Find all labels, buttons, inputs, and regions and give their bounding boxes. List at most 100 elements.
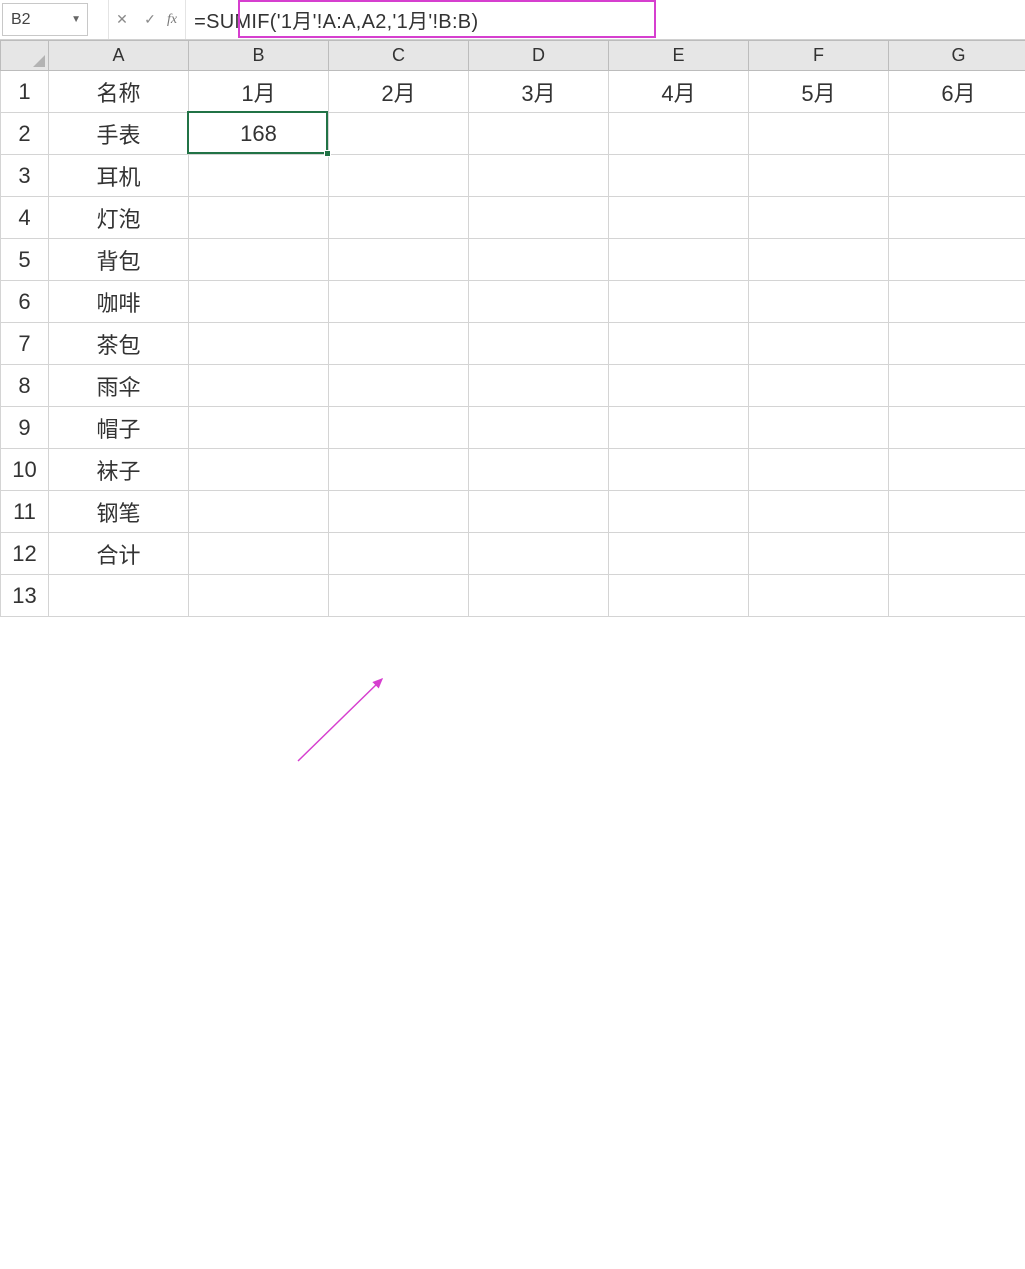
cell[interactable] <box>189 491 329 533</box>
cell[interactable] <box>889 491 1025 533</box>
row-header[interactable]: 4 <box>1 197 49 239</box>
cancel-button[interactable]: ✕ <box>115 11 129 28</box>
cell[interactable]: 4月 <box>609 71 749 113</box>
cell[interactable] <box>189 323 329 365</box>
cell[interactable]: 袜子 <box>49 449 189 491</box>
col-header[interactable]: B <box>189 41 329 71</box>
cell[interactable] <box>889 575 1025 617</box>
cell[interactable] <box>609 239 749 281</box>
cell[interactable]: 帽子 <box>49 407 189 449</box>
cell[interactable] <box>469 365 609 407</box>
cell[interactable] <box>749 491 889 533</box>
cell[interactable]: 3月 <box>469 71 609 113</box>
cell[interactable] <box>329 281 469 323</box>
cell[interactable]: 手表 <box>49 113 189 155</box>
cell[interactable] <box>329 407 469 449</box>
cell[interactable] <box>609 197 749 239</box>
cell[interactable] <box>189 407 329 449</box>
cell[interactable]: 2月 <box>329 71 469 113</box>
cell[interactable] <box>329 239 469 281</box>
cell[interactable] <box>329 197 469 239</box>
cell[interactable] <box>189 197 329 239</box>
cell[interactable] <box>189 449 329 491</box>
cell[interactable] <box>749 449 889 491</box>
col-header[interactable]: A <box>49 41 189 71</box>
cell[interactable] <box>469 575 609 617</box>
col-header[interactable]: F <box>749 41 889 71</box>
cell[interactable] <box>749 197 889 239</box>
cell[interactable] <box>469 155 609 197</box>
cell[interactable]: 背包 <box>49 239 189 281</box>
col-header[interactable]: C <box>329 41 469 71</box>
cell[interactable] <box>749 365 889 407</box>
chevron-down-icon[interactable]: ▼ <box>71 14 81 25</box>
cell[interactable] <box>889 281 1025 323</box>
cell[interactable] <box>609 491 749 533</box>
cell[interactable] <box>329 155 469 197</box>
cell[interactable] <box>329 323 469 365</box>
cell[interactable]: 168 <box>189 113 329 155</box>
row-header[interactable]: 11 <box>1 491 49 533</box>
row-header[interactable]: 2 <box>1 113 49 155</box>
row-header[interactable]: 6 <box>1 281 49 323</box>
formula-input[interactable]: =SUMIF('1月'!A:A,A2,'1月'!B:B) <box>186 0 1025 39</box>
row-header[interactable]: 7 <box>1 323 49 365</box>
cell[interactable]: 咖啡 <box>49 281 189 323</box>
cell[interactable] <box>749 323 889 365</box>
cell[interactable] <box>469 407 609 449</box>
cell[interactable] <box>609 113 749 155</box>
cell[interactable] <box>749 407 889 449</box>
cell[interactable] <box>189 155 329 197</box>
col-header[interactable]: E <box>609 41 749 71</box>
cell[interactable] <box>749 113 889 155</box>
cell[interactable] <box>49 575 189 617</box>
col-header[interactable]: G <box>889 41 1025 71</box>
row-header[interactable]: 9 <box>1 407 49 449</box>
cell[interactable] <box>889 449 1025 491</box>
cell[interactable] <box>889 323 1025 365</box>
cell[interactable] <box>469 323 609 365</box>
cell[interactable] <box>469 197 609 239</box>
row-header[interactable]: 13 <box>1 575 49 617</box>
cell[interactable] <box>329 365 469 407</box>
cell[interactable] <box>609 155 749 197</box>
cell[interactable] <box>749 155 889 197</box>
cell[interactable]: 茶包 <box>49 323 189 365</box>
cell[interactable] <box>889 239 1025 281</box>
cell[interactable] <box>189 533 329 575</box>
cell[interactable] <box>749 281 889 323</box>
select-all-corner[interactable] <box>1 41 49 71</box>
cell[interactable] <box>189 239 329 281</box>
cell[interactable] <box>469 533 609 575</box>
spreadsheet[interactable]: A B C D E F G 1名称1月2月3月4月5月6月2手表1683耳机4灯… <box>0 40 1025 617</box>
cell[interactable] <box>889 197 1025 239</box>
cell[interactable]: 5月 <box>749 71 889 113</box>
row-header[interactable]: 1 <box>1 71 49 113</box>
cell[interactable] <box>329 113 469 155</box>
cell[interactable] <box>329 449 469 491</box>
col-header[interactable]: D <box>469 41 609 71</box>
cell[interactable] <box>749 239 889 281</box>
cell[interactable] <box>469 491 609 533</box>
cell[interactable] <box>889 533 1025 575</box>
row-header[interactable]: 5 <box>1 239 49 281</box>
cell[interactable] <box>189 365 329 407</box>
name-box[interactable]: B2 ▼ <box>2 3 88 36</box>
row-header[interactable]: 12 <box>1 533 49 575</box>
row-header[interactable]: 10 <box>1 449 49 491</box>
cell[interactable]: 雨伞 <box>49 365 189 407</box>
cell[interactable] <box>889 407 1025 449</box>
cell[interactable] <box>469 281 609 323</box>
cell[interactable]: 合计 <box>49 533 189 575</box>
cell[interactable]: 耳机 <box>49 155 189 197</box>
cell[interactable] <box>889 365 1025 407</box>
fx-icon[interactable]: fx <box>163 0 186 39</box>
cell[interactable]: 1月 <box>189 71 329 113</box>
cell[interactable] <box>609 449 749 491</box>
cell[interactable] <box>469 449 609 491</box>
cell[interactable] <box>889 155 1025 197</box>
cell[interactable] <box>609 533 749 575</box>
cell[interactable] <box>609 575 749 617</box>
cell[interactable] <box>609 365 749 407</box>
cell[interactable] <box>749 533 889 575</box>
